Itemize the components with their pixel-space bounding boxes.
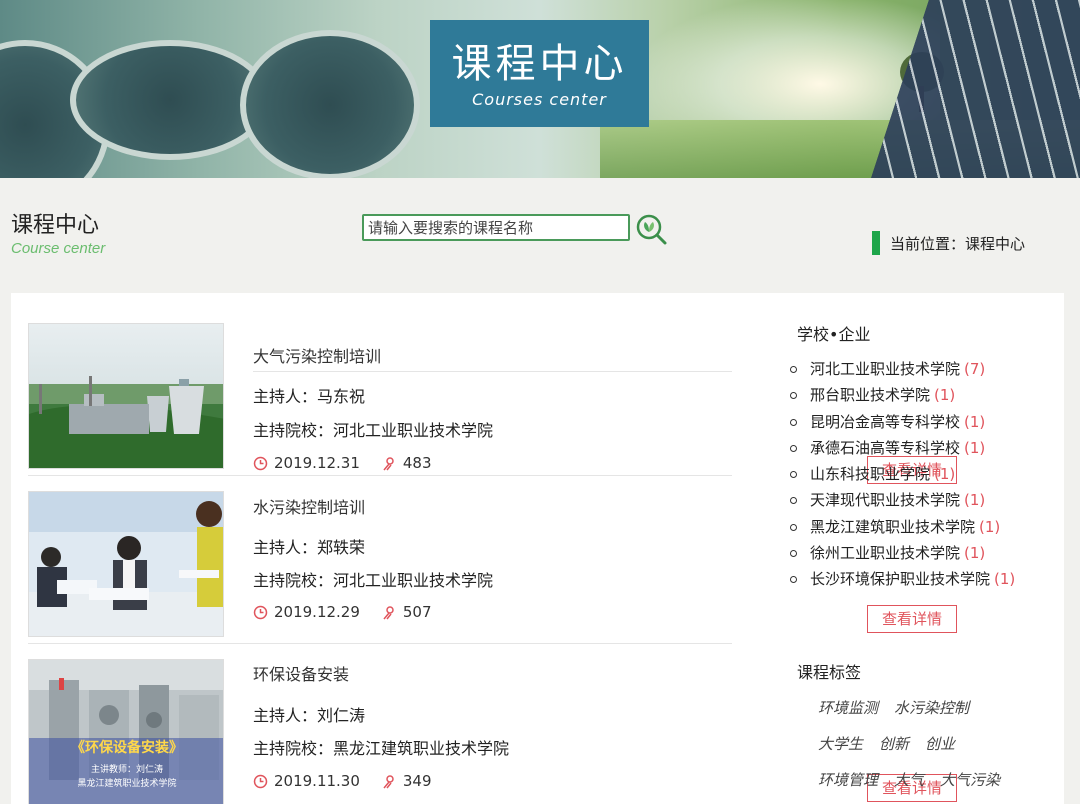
course-host: 主持人：马东祝 — [253, 387, 366, 406]
thumb-line1: 主讲教师：刘仁涛 — [91, 763, 163, 775]
school-count: (1) — [934, 465, 956, 484]
clock-icon — [253, 774, 268, 788]
tag-link[interactable]: 大气污染 — [940, 769, 1000, 804]
office-meeting-image — [29, 492, 223, 636]
course-school: 主持院校：河北工业职业技术学院 — [253, 421, 494, 440]
tag-link[interactable]: 大学生 — [818, 733, 863, 769]
tag-link[interactable]: 创新 — [879, 733, 909, 769]
school-item[interactable]: 山东科技职业学院 (1) — [788, 461, 1015, 487]
course-view-count: 349 — [402, 772, 432, 790]
course-host: 主持人：郑轶荣 — [253, 538, 366, 557]
viewers-icon — [383, 456, 394, 470]
search-input[interactable] — [362, 214, 630, 241]
school-name[interactable]: 长沙环境保护职业技术学院 — [810, 570, 990, 588]
course-divider — [28, 475, 732, 476]
course-card: 水污染控制培训 主持人：郑轶荣 主持院校：河北工业职业技术学院 2019.12.… — [28, 479, 957, 647]
course-title[interactable]: 大气污染控制培训 — [253, 343, 381, 367]
thumb-headline: 《环保设备安装》 — [71, 739, 183, 756]
school-count: (1) — [979, 517, 1001, 536]
tag-link[interactable]: 创业 — [925, 733, 955, 769]
course-view-count: 507 — [402, 603, 432, 621]
school-name[interactable]: 黑龙江建筑职业技术学院 — [810, 518, 975, 536]
banner-title-cn: 课程中心 — [451, 41, 628, 87]
course-meta: 2019.12.31 483 — [253, 454, 432, 472]
course-date: 2019.12.29 — [274, 603, 360, 621]
course-card: 《环保设备安装》 主讲教师：刘仁涛 黑龙江建筑职业技术学院 环保设备安装 主持人… — [28, 647, 957, 804]
viewers-icon — [383, 774, 394, 788]
school-item[interactable]: 天津现代职业技术学院 (1) — [788, 487, 1015, 513]
view-details-button[interactable]: 查看详情 — [867, 605, 957, 633]
course-divider — [28, 643, 732, 644]
tag-row: 环境监测 水污染控制 — [818, 697, 1058, 733]
course-title[interactable]: 水污染控制培训 — [253, 494, 365, 518]
breadcrumb-marker — [872, 231, 880, 255]
school-name[interactable]: 承德石油高等专科学校 — [810, 439, 960, 457]
clock-icon — [253, 456, 268, 470]
course-date: 2019.12.31 — [274, 454, 360, 472]
course-thumbnail[interactable] — [28, 323, 224, 469]
school-name[interactable]: 昆明冶金高等专科学校 — [810, 413, 960, 431]
schools-heading: 学校•企业 — [797, 325, 871, 344]
course-host: 主持人：刘仁涛 — [253, 706, 366, 725]
school-item[interactable]: 黑龙江建筑职业技术学院 (1) — [788, 514, 1015, 540]
thumb-line2: 黑龙江建筑职业技术学院 — [77, 777, 176, 789]
school-name[interactable]: 邢台职业技术学院 — [810, 386, 930, 404]
school-item[interactable]: 邢台职业技术学院 (1) — [788, 382, 1015, 408]
course-view-count: 483 — [402, 454, 432, 472]
search-icon — [636, 214, 667, 245]
school-count: (1) — [964, 491, 986, 510]
page-subtitle: Course center — [11, 240, 106, 257]
school-item[interactable]: 昆明冶金高等专科学校 (1) — [788, 409, 1015, 435]
school-name[interactable]: 山东科技职业学院 — [810, 465, 930, 483]
tag-link[interactable]: 水污染控制 — [894, 697, 969, 733]
tag-link[interactable]: 大气 — [894, 769, 924, 804]
school-count: (1) — [964, 544, 986, 563]
course-thumbnail[interactable] — [28, 491, 224, 637]
search-button[interactable] — [634, 212, 668, 246]
viewers-icon — [383, 605, 394, 619]
course-title[interactable]: 环保设备安装 — [253, 661, 349, 685]
breadcrumb-label: 当前位置： — [890, 234, 966, 253]
tags-heading: 课程标签 — [797, 663, 862, 682]
course-school: 主持院校：黑龙江建筑职业技术学院 — [253, 739, 510, 758]
equipment-install-image: 《环保设备安装》 主讲教师：刘仁涛 黑龙江建筑职业技术学院 — [29, 660, 223, 804]
breadcrumb: 当前位置： 课程中心 — [872, 231, 1025, 255]
breadcrumb-current[interactable]: 课程中心 — [965, 233, 1025, 254]
banner-title-box: 课程中心 Courses center — [430, 20, 649, 127]
title-divider — [253, 371, 732, 372]
course-card: 大气污染控制培训 主持人：马东祝 主持院校：河北工业职业技术学院 2019.12… — [28, 311, 957, 484]
power-plant-image — [29, 324, 223, 468]
course-thumbnail[interactable]: 《环保设备安装》 主讲教师：刘仁涛 黑龙江建筑职业技术学院 — [28, 659, 224, 804]
school-item[interactable]: 承德石油高等专科学校 (1) — [788, 435, 1015, 461]
school-name[interactable]: 河北工业职业技术学院 — [810, 360, 960, 378]
school-count: (1) — [964, 412, 986, 431]
tag-cloud: 环境监测 水污染控制 大学生 创新 创业 环境管理 大气 大气污染 — [818, 697, 1058, 804]
school-item[interactable]: 徐州工业职业技术学院 (1) — [788, 540, 1015, 566]
school-count: (7) — [964, 360, 986, 378]
course-meta: 2019.12.29 507 — [253, 603, 432, 621]
school-name[interactable]: 徐州工业职业技术学院 — [810, 544, 960, 562]
course-school: 主持院校：河北工业职业技术学院 — [253, 571, 494, 590]
school-count: (1) — [994, 570, 1016, 589]
tag-row: 大学生 创新 创业 — [818, 733, 1058, 769]
school-item[interactable]: 河北工业职业技术学院 (7) — [788, 356, 1015, 382]
school-list: 河北工业职业技术学院 (7) 邢台职业技术学院 (1) 昆明冶金高等专科学校 (1) … — [788, 356, 1015, 593]
school-name[interactable]: 天津现代职业技术学院 — [810, 491, 960, 509]
course-date: 2019.11.30 — [274, 772, 360, 790]
clock-icon — [253, 605, 268, 619]
page-title: 课程中心 — [11, 213, 100, 238]
school-item[interactable]: 长沙环境保护职业技术学院 (1) — [788, 566, 1015, 592]
tag-row: 环境管理 大气 大气污染 — [818, 769, 1058, 804]
banner-title-en: Courses center — [472, 90, 607, 109]
tag-link[interactable]: 环境管理 — [818, 769, 878, 804]
course-meta: 2019.11.30 349 — [253, 772, 432, 790]
hero-banner: 课程中心 Courses center — [0, 0, 1080, 178]
tag-link[interactable]: 环境监测 — [818, 697, 878, 733]
school-count: (1) — [964, 438, 986, 457]
school-count: (1) — [934, 386, 956, 405]
banner-pond-image — [240, 30, 420, 178]
